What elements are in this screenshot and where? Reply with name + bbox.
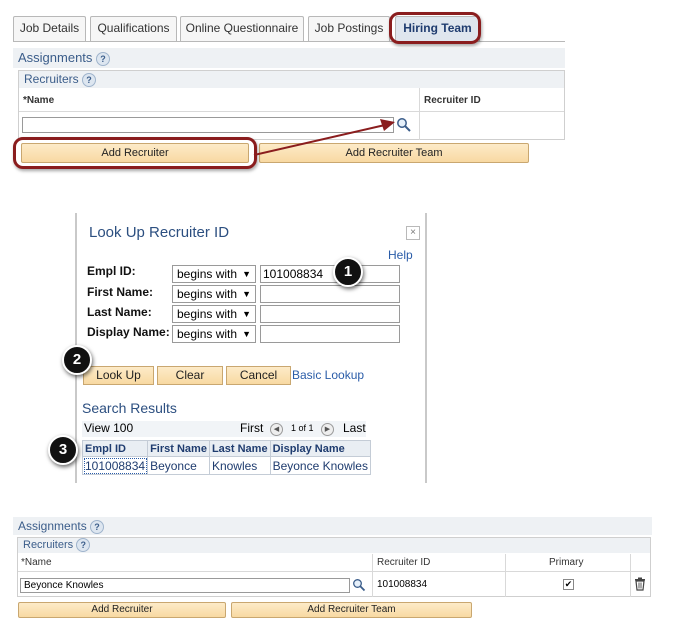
first-link[interactable]: First	[240, 421, 263, 435]
col-primary: Primary	[549, 557, 584, 568]
label-empl-id: Empl ID:	[87, 264, 136, 278]
recruiter-id-value: 101008834	[377, 579, 428, 590]
tab-job-postings[interactable]: Job Postings	[308, 16, 390, 41]
col-name: *Name	[21, 557, 52, 568]
label-last-name: Last Name:	[87, 305, 152, 319]
result-display-name[interactable]: Beyonce Knowles	[269, 456, 371, 475]
look-up-button[interactable]: Look Up	[83, 366, 154, 385]
help-icon[interactable]: ?	[82, 72, 97, 87]
lookup-title: Look Up Recruiter ID	[89, 224, 230, 241]
callout-hiring-team	[389, 12, 481, 44]
chevron-down-icon: ▼	[242, 329, 251, 339]
magnifier-icon[interactable]	[352, 578, 366, 592]
step-badge-2: 2	[62, 345, 92, 375]
col-separator	[505, 554, 506, 597]
chevron-down-icon: ▼	[242, 289, 251, 299]
callout-add-recruiter	[13, 137, 257, 169]
col-name: *Name	[23, 95, 55, 106]
row-divider	[19, 111, 564, 112]
select-value: begins with	[177, 267, 238, 281]
previous-icon[interactable]: ◀	[270, 423, 283, 436]
row-divider	[18, 571, 650, 572]
callout-arrow	[253, 119, 395, 156]
assignments-header-bottom: Assignments ?	[13, 517, 652, 535]
last-name-field[interactable]	[260, 305, 400, 323]
results-header-row: Empl ID First Name Last Name Display Nam…	[81, 440, 371, 457]
col-recruiter-id: Recruiter ID	[377, 557, 431, 568]
tab-divider	[13, 41, 565, 42]
operator-select-display-name[interactable]: begins with ▼	[172, 325, 256, 343]
trash-icon[interactable]	[634, 577, 646, 591]
recruiters-title: Recruiters	[24, 72, 79, 86]
select-value: begins with	[177, 307, 238, 321]
tab-job-details[interactable]: Job Details	[13, 16, 86, 41]
select-value: begins with	[177, 327, 238, 341]
clear-button[interactable]: Clear	[157, 366, 223, 385]
step-badge-3: 3	[48, 435, 78, 465]
col-separator	[630, 554, 631, 597]
search-results-title: Search Results	[82, 400, 177, 416]
recruiter-name-input[interactable]: Beyonce Knowles	[20, 578, 350, 593]
operator-select-first-name[interactable]: begins with ▼	[172, 285, 256, 303]
chevron-down-icon: ▼	[242, 269, 251, 279]
result-empl-id-link[interactable]: 101008834	[81, 456, 149, 475]
col-separator	[419, 88, 420, 140]
result-first-name[interactable]: Beyonce	[147, 456, 210, 475]
col-separator	[372, 554, 373, 597]
table-row[interactable]: 101008834 Beyonce Knowles Beyonce Knowle…	[81, 456, 371, 475]
recruiters-title: Recruiters	[23, 539, 74, 551]
assignments-title: Assignments	[18, 50, 93, 65]
empl-id-field[interactable]: 101008834	[260, 265, 400, 283]
step-badge-1: 1	[333, 257, 363, 287]
col-last-name[interactable]: Last Name	[208, 440, 271, 457]
recruiters-header-bottom: Recruiters ?	[18, 538, 650, 553]
assignments-title: Assignments	[18, 519, 87, 533]
first-name-field[interactable]	[260, 285, 400, 303]
label-first-name: First Name:	[87, 285, 154, 299]
page-indicator: 1 of 1	[291, 423, 314, 433]
add-recruiter-button[interactable]: Add Recruiter	[18, 602, 226, 618]
add-recruiter-team-button[interactable]: Add Recruiter Team	[231, 602, 472, 618]
label-display-name: Display Name:	[87, 325, 170, 339]
chevron-down-icon: ▼	[242, 309, 251, 319]
operator-select-empl-id[interactable]: begins with ▼	[172, 265, 256, 283]
help-icon[interactable]: ?	[96, 51, 111, 66]
col-display-name[interactable]: Display Name	[269, 440, 371, 457]
col-empl-id[interactable]: Empl ID	[81, 440, 149, 457]
col-first-name[interactable]: First Name	[147, 440, 210, 457]
results-table: Empl ID First Name Last Name Display Nam…	[81, 440, 371, 475]
basic-lookup-link[interactable]: Basic Lookup	[292, 368, 364, 382]
col-recruiter-id: Recruiter ID	[424, 95, 481, 106]
next-icon[interactable]: ▶	[321, 423, 334, 436]
tab-qualifications[interactable]: Qualifications	[90, 16, 177, 41]
cancel-button[interactable]: Cancel	[226, 366, 291, 385]
close-icon[interactable]: ×	[406, 226, 420, 240]
display-name-field[interactable]	[260, 325, 400, 343]
assignments-header: Assignments ?	[13, 48, 565, 68]
primary-checkbox[interactable]: ✔	[563, 579, 574, 590]
tab-online-questionnaire[interactable]: Online Questionnaire	[180, 16, 304, 41]
last-link[interactable]: Last	[343, 421, 366, 435]
help-link[interactable]: Help	[388, 248, 413, 262]
help-icon[interactable]: ?	[76, 538, 91, 553]
help-icon[interactable]: ?	[90, 519, 105, 534]
view-100-link[interactable]: View 100	[84, 421, 133, 435]
select-value: begins with	[177, 287, 238, 301]
result-last-name[interactable]: Knowles	[208, 456, 271, 475]
operator-select-last-name[interactable]: begins with ▼	[172, 305, 256, 323]
recruiters-header: Recruiters ?	[19, 71, 564, 88]
